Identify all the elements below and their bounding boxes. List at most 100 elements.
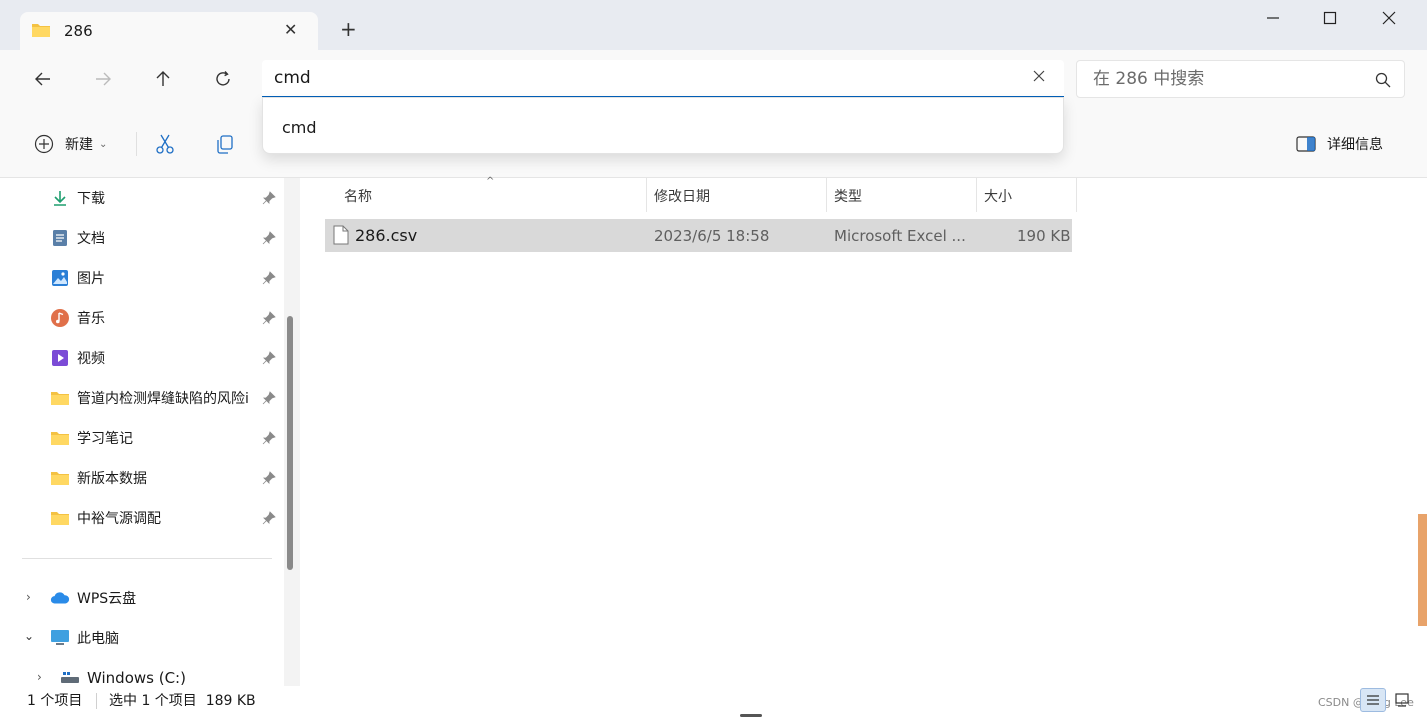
details-pane-icon [1296,136,1316,152]
sidebar-item-pipeline-folder[interactable]: 管道内检测焊缝缺陷的风险i [50,384,262,412]
close-icon [1382,11,1396,25]
folder-icon [50,388,70,408]
column-divider[interactable] [976,178,977,212]
file-name: 286.csv [355,226,418,245]
sidebar-item-documents[interactable]: 文档 [50,224,105,252]
clear-address-button[interactable] [1032,69,1046,87]
search-icon [1375,72,1391,92]
new-button[interactable]: 新建 ⌄ [34,132,107,156]
close-window-button[interactable] [1366,0,1412,36]
column-header-size[interactable]: 大小 [984,186,1012,206]
tiles-view-icon [1395,693,1409,707]
details-pane-label: 详细信息 [1327,137,1383,153]
sidebar-item-this-pc[interactable]: 此电脑 [50,624,119,652]
pin-icon[interactable] [262,391,276,405]
details-pane-button[interactable]: 详细信息 [1296,132,1383,156]
copy-icon [217,135,233,154]
sidebar-item-music[interactable]: 音乐 [50,304,105,332]
column-divider[interactable] [826,178,827,212]
sidebar-item-label: WPS云盘 [77,591,137,607]
refresh-button[interactable] [203,59,243,99]
sidebar-scrollbar-thumb[interactable] [287,316,293,570]
sidebar-item-pictures[interactable]: 图片 [50,264,105,292]
drive-icon [60,668,80,688]
sidebar-item-downloads[interactable]: 下载 [50,184,105,212]
document-icon [50,228,70,248]
divider [96,693,97,709]
video-icon [50,348,70,368]
pictures-icon [50,268,70,288]
sidebar-item-videos[interactable]: 视频 [50,344,105,372]
background-window-edge [1418,514,1427,626]
cloud-icon [50,588,70,608]
pin-icon[interactable] [262,271,276,285]
arrow-left-icon [35,72,50,86]
pin-icon[interactable] [262,351,276,365]
sidebar-item-label: 文档 [77,231,105,247]
address-bar[interactable] [262,60,1064,98]
computer-icon [50,628,70,648]
pin-icon[interactable] [262,191,276,205]
refresh-icon [216,71,230,86]
suggestion-item[interactable]: cmd [282,118,317,137]
sidebar-item-study-notes[interactable]: 学习笔记 [50,424,133,452]
folder-icon [50,428,70,448]
tiles-view-button[interactable] [1390,688,1414,712]
column-divider[interactable] [1076,178,1077,212]
chevron-down-icon[interactable]: ⌄ [24,629,34,643]
forward-button[interactable] [83,59,123,99]
tab-title: 286 [64,22,93,40]
music-icon [50,308,70,328]
file-icon [333,225,349,249]
new-tab-button[interactable]: + [340,17,357,41]
chevron-down-icon: ⌄ [99,138,108,150]
search-input[interactable] [1093,69,1353,89]
chevron-right-icon[interactable]: › [37,670,42,684]
column-header-name[interactable]: 名称 [344,186,372,206]
pin-icon[interactable] [262,471,276,485]
pin-icon[interactable] [262,511,276,525]
file-size: 190 KB [1017,227,1071,245]
list-view-icon [1367,695,1379,705]
column-header-type[interactable]: 类型 [834,186,862,206]
selection-info: 选中 1 个项目 189 KB [109,693,256,709]
minimize-icon [1267,17,1279,19]
pin-icon[interactable] [262,231,276,245]
sidebar-item-new-data[interactable]: 新版本数据 [50,464,147,492]
sidebar-item-wps-cloud[interactable]: WPS云盘 [50,584,136,612]
folder-icon [50,468,70,488]
title-bar: 286 ✕ + [0,0,1427,50]
column-header-row: ^ 名称 修改日期 类型 大小 [325,176,1077,212]
tab-286[interactable]: 286 ✕ [20,12,318,50]
sidebar-item-label: 此电脑 [77,631,119,647]
file-row[interactable]: 286.csv 2023/6/5 18:58 Microsoft Excel .… [325,219,1072,252]
search-box[interactable] [1076,60,1405,98]
maximize-button[interactable] [1307,0,1353,36]
column-divider[interactable] [646,178,647,212]
sidebar-item-label: 下载 [77,191,105,207]
up-button[interactable] [143,59,183,99]
close-icon [1033,70,1045,82]
chevron-right-icon[interactable]: › [26,590,31,604]
address-suggestions: cmd [262,97,1064,154]
sidebar-item-gas-allocation[interactable]: 中裕气源调配 [50,504,161,532]
pin-icon[interactable] [262,311,276,325]
minimize-button[interactable] [1250,0,1296,36]
maximize-icon [1323,11,1337,25]
resize-grip[interactable] [740,714,762,717]
status-bar: 1 个项目 选中 1 个项目 189 KB CSDN @Eling Lee [0,686,1427,719]
folder-icon [50,508,70,528]
scissors-icon [156,134,174,154]
back-button[interactable] [23,59,63,99]
file-type: Microsoft Excel ... [834,227,966,245]
address-input[interactable] [274,67,1014,89]
column-header-modified[interactable]: 修改日期 [654,186,710,206]
sidebar-item-label: 音乐 [77,311,105,327]
details-view-button[interactable] [1360,688,1386,712]
arrow-right-icon [96,72,111,86]
sidebar-item-label: 学习笔记 [77,431,133,447]
copy-button[interactable] [214,133,236,159]
close-tab-icon[interactable]: ✕ [284,20,297,39]
pin-icon[interactable] [262,431,276,445]
cut-button[interactable] [154,133,176,159]
